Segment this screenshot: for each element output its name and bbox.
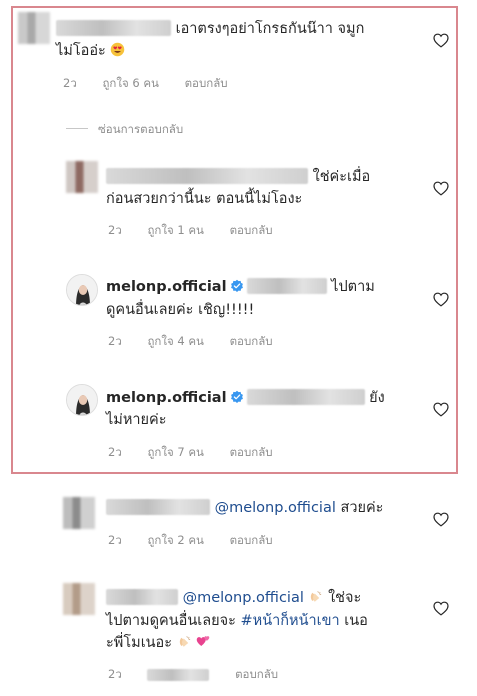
two-hearts-emoji [197, 636, 210, 646]
comment-text: melonp.official ยัง [106, 387, 385, 409]
reply-button[interactable]: ตอบกลับ [230, 223, 273, 237]
hide-replies-label: ซ่อนการตอบกลับ [98, 122, 184, 136]
reply-button[interactable]: ตอบกลับ [230, 533, 273, 547]
reply-button[interactable]: ตอบกลับ [230, 445, 273, 459]
likes-count[interactable]: ถูกใจ 6 คน [102, 76, 158, 90]
comment-time: 2ว [108, 533, 122, 547]
comment-text-line2: ไม่โออ่ะ [56, 43, 106, 59]
reply-button[interactable]: ตอบกลับ [230, 334, 273, 348]
comment-time: 2ว [108, 445, 122, 459]
comment-time: 2ว [108, 334, 122, 348]
heart-outline-icon[interactable] [433, 292, 449, 307]
comment-text: เอาตรงๆอย่าโกรธกันน๊าา จมูก [56, 18, 364, 40]
clapping-hands-emoji [179, 636, 190, 647]
heart-outline-icon[interactable] [433, 512, 449, 527]
likes-count[interactable]: ถูกใจ 2 คน [147, 533, 203, 547]
avatar[interactable] [63, 583, 95, 615]
comment-text: @melonp.official ใช่จะ [106, 587, 361, 609]
hashtag-link[interactable]: #หน้าก็หน้าเขา [241, 613, 340, 629]
comment-text-line3-row: ะพี่โมเนอะ [106, 632, 211, 654]
likes-count[interactable]: ถูกใจ 7 คน [147, 445, 203, 459]
blurred-mention [246, 278, 327, 294]
avatar[interactable] [18, 12, 50, 44]
mention-link[interactable]: @melonp.official [215, 500, 336, 516]
reply-button[interactable]: ตอบกลับ [185, 76, 228, 90]
comment-time: 2ว [108, 223, 122, 237]
likes-count[interactable]: ถูกใจ 1 คน [147, 223, 203, 237]
blurred-username [56, 20, 171, 36]
clapping-hands-emoji [311, 591, 322, 602]
username[interactable]: melonp.official [106, 390, 227, 406]
comment-meta: 2ว ถูกใจ 7 คน ตอบกลับ [108, 444, 295, 462]
comment-text-line1: ยัง [369, 390, 385, 406]
heart-outline-icon[interactable] [433, 33, 449, 48]
comment-text-line2b: เนอ [344, 613, 368, 629]
comment-meta: 2ว ถูกใจ 4 คน ตอบกลับ [108, 333, 295, 351]
heart-eyes-emoji [111, 42, 125, 57]
avatar[interactable] [66, 161, 98, 193]
comment-text-line2-row: ไม่โออ่ะ [56, 40, 125, 62]
likes-count[interactable]: ถูกใจ 4 คน [147, 334, 203, 348]
comment-text-line2-row: ไปตามดูคนอื่นเลยจะ #หน้าก็หน้าเขา เนอ [106, 610, 368, 632]
comment-text-line2: ดูคนอื่นเลยค่ะ เชิญ!!!!! [106, 302, 255, 318]
reply-button[interactable]: ตอบกลับ [235, 667, 278, 681]
blurred-likes [147, 669, 210, 681]
comment-text-line2: ก่อนสวยกว่านี้นะ ตอนนี้ไม่โองะ [106, 191, 303, 207]
comment-text: ใช่ค่ะเมื่อ [106, 166, 370, 188]
avatar[interactable] [63, 497, 95, 529]
comment-text-line1: ใช่จะ [328, 590, 362, 606]
verified-badge-icon [230, 279, 244, 293]
comment-meta: 2ว ถูกใจ 2 คน ตอบกลับ [108, 532, 295, 550]
comment-meta: 2ว ถูกใจ 1 คน ตอบกลับ [108, 222, 295, 240]
comment-text-line1: ใช่ค่ะเมื่อ [312, 169, 371, 185]
comment-text-line3: ะพี่โมเนอะ [106, 635, 173, 651]
comment-time: 2ว [63, 76, 77, 90]
blurred-username [106, 168, 308, 184]
comment-meta: 2ว ตอบกลับ [108, 666, 300, 684]
comment-text: melonp.official ไปตาม [106, 276, 375, 298]
comment-text-line1: ไปตาม [331, 279, 375, 295]
heart-outline-icon[interactable] [433, 402, 449, 417]
comment-meta: 2ว ถูกใจ 6 คน ตอบกลับ [63, 75, 250, 93]
avatar-melonp[interactable] [66, 274, 98, 306]
hide-replies-toggle[interactable]: ซ่อนการตอบกลับ [66, 121, 183, 139]
comment-text-line2a: ไปตามดูคนอื่นเลยจะ [106, 613, 236, 629]
verified-badge-icon [230, 390, 244, 404]
mention-link[interactable]: @melonp.official [183, 590, 304, 606]
comment-text-line2-row: ดูคนอื่นเลยค่ะ เชิญ!!!!! [106, 299, 254, 321]
comment-text: @melonp.official สวยค่ะ [106, 497, 383, 519]
avatar-melonp[interactable] [66, 384, 98, 416]
comment-text-line1: เอาตรงๆอย่าโกรธกันน๊าา จมูก [175, 21, 365, 37]
heart-outline-icon[interactable] [433, 181, 449, 196]
replies-divider [66, 128, 88, 129]
comment-text-line2: ไม่หายค่ะ [106, 412, 167, 428]
blurred-username [106, 499, 210, 515]
comment-text-line1: สวยค่ะ [340, 500, 384, 516]
comment-text-line2-row: ก่อนสวยกว่านี้นะ ตอนนี้ไม่โองะ [106, 188, 302, 210]
username[interactable]: melonp.official [106, 279, 227, 295]
heart-outline-icon[interactable] [433, 601, 449, 616]
blurred-mention [246, 389, 365, 405]
blurred-username [106, 589, 178, 605]
comment-text-line2-row: ไม่หายค่ะ [106, 409, 167, 431]
comment-time: 2ว [108, 667, 122, 681]
